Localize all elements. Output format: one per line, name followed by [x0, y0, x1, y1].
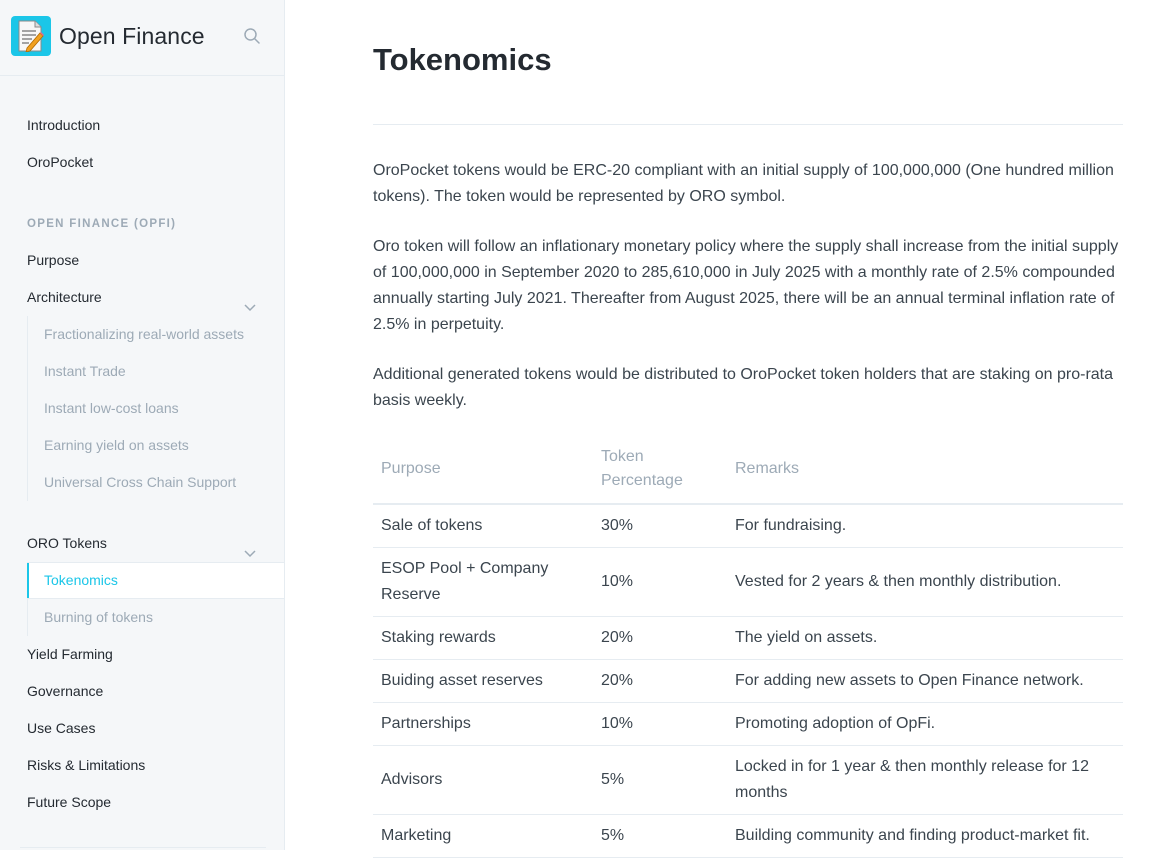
table-cell: Locked in for 1 year & then monthly rele…: [727, 745, 1123, 815]
sidebar-item-risks[interactable]: Risks & Limitations: [0, 747, 284, 784]
table-row: Sale of tokens 30% For fundraising.: [373, 504, 1123, 548]
brand-header: Open Finance: [0, 0, 284, 76]
table-row: Staking rewards 20% The yield on assets.: [373, 616, 1123, 660]
table-cell: Promoting adoption of OpFi.: [727, 702, 1123, 746]
memo-pencil-icon[interactable]: [11, 16, 51, 56]
divider: [373, 124, 1123, 125]
main-content: Tokenomics OroPocket tokens would be ERC…: [285, 0, 1161, 858]
table-header-purpose: Purpose: [373, 443, 593, 505]
sidebar-item-label: Universal Cross Chain Support: [44, 474, 237, 490]
tokenomics-table: Purpose Token Percentage Remarks Sale of…: [373, 443, 1123, 858]
sidebar-item-label: Purpose: [27, 252, 80, 268]
table-cell: Sale of tokens: [373, 504, 593, 548]
table-row: Partnerships 10% Promoting adoption of O…: [373, 702, 1123, 746]
table-cell: 5%: [593, 814, 727, 858]
sidebar-item-label: Tokenomics: [44, 572, 118, 588]
sidebar-item-burning-tokens[interactable]: Burning of tokens: [28, 599, 284, 636]
sidebar-item-label: Risks & Limitations: [27, 757, 146, 773]
table-row: Buiding asset reserves 20% For adding ne…: [373, 659, 1123, 703]
table-cell: For adding new assets to Open Finance ne…: [727, 659, 1123, 703]
sidebar-item-yield-farming[interactable]: Yield Farming: [0, 636, 284, 673]
table-cell: 20%: [593, 616, 727, 660]
table-cell: Advisors: [373, 745, 593, 815]
table-cell: 5%: [593, 745, 727, 815]
sidebar-item-introduction[interactable]: Introduction: [0, 107, 284, 144]
sidebar-item-label: Yield Farming: [27, 646, 113, 662]
table-cell: Vested for 2 years & then monthly distri…: [727, 547, 1123, 617]
sidebar-item-governance[interactable]: Governance: [0, 673, 284, 710]
table-cell: 30%: [593, 504, 727, 548]
table-cell: Partnerships: [373, 702, 593, 746]
table-cell: Building community and finding product-m…: [727, 814, 1123, 858]
sidebar-item-instant-trade[interactable]: Instant Trade: [28, 353, 284, 390]
paragraph: Oro token will follow an inflationary mo…: [373, 238, 1119, 333]
sidebar-item-future-scope[interactable]: Future Scope: [0, 784, 284, 821]
sidebar-item-label: Burning of tokens: [44, 609, 153, 625]
table-cell: Staking rewards: [373, 616, 593, 660]
table-cell: Buiding asset reserves: [373, 659, 593, 703]
brand-title[interactable]: Open Finance: [59, 21, 205, 51]
architecture-subnav: Fractionalizing real-world assets Instan…: [27, 316, 284, 501]
search-icon[interactable]: [242, 26, 262, 46]
table-cell: 10%: [593, 702, 727, 746]
paragraph: OroPocket tokens would be ERC-20 complia…: [373, 162, 1114, 205]
sidebar-item-architecture[interactable]: Architecture: [0, 279, 284, 316]
table-cell: 20%: [593, 659, 727, 703]
sidebar-item-label: Earning yield on assets: [44, 437, 189, 453]
table-row: Marketing 5% Building community and find…: [373, 814, 1123, 858]
sidebar-item-label: Future Scope: [27, 794, 112, 810]
section-title-open-finance: OPEN FINANCE (OPFI): [27, 218, 177, 230]
sidebar-item-oro-tokens[interactable]: ORO Tokens: [0, 525, 284, 562]
table-row: ESOP Pool + Company Reserve 10% Vested f…: [373, 547, 1123, 617]
sidebar-item-label: Architecture: [27, 289, 102, 305]
table-row: Advisors 5% Locked in for 1 year & then …: [373, 745, 1123, 815]
paragraph: Additional generated tokens would be dis…: [373, 366, 1114, 409]
sidebar-item-instant-loans[interactable]: Instant low-cost loans: [28, 390, 284, 427]
sidebar-item-earning-yield[interactable]: Earning yield on assets: [28, 427, 284, 464]
table-cell: The yield on assets.: [727, 616, 1123, 660]
sidebar-item-oropocket[interactable]: OroPocket: [0, 144, 284, 181]
sidebar-item-label: Instant Trade: [44, 363, 126, 379]
table-cell: 10%: [593, 547, 727, 617]
sidebar-item-label: Introduction: [27, 117, 101, 133]
sidebar-item-label: Instant low-cost loans: [44, 400, 179, 416]
page-title: Tokenomics: [373, 42, 552, 77]
sidebar-item-label: Governance: [27, 683, 104, 699]
table-cell: For fundraising.: [727, 504, 1123, 548]
oro-tokens-subnav: Tokenomics Burning of tokens: [27, 562, 284, 636]
sidebar-item-tokenomics[interactable]: Tokenomics: [27, 562, 284, 599]
sidebar-item-fractionalizing[interactable]: Fractionalizing real-world assets: [28, 316, 284, 353]
sidebar-item-purpose[interactable]: Purpose: [0, 242, 284, 279]
chevron-down-icon[interactable]: [243, 291, 257, 312]
divider: [20, 847, 266, 848]
sidebar: Open Finance Introduction OroPocket OPEN…: [0, 0, 285, 850]
table-header-row: Purpose Token Percentage Remarks: [373, 443, 1123, 505]
sidebar-item-label: OroPocket: [27, 154, 94, 170]
sidebar-item-label: ORO Tokens: [27, 535, 107, 551]
table-cell: Marketing: [373, 814, 593, 858]
table-header-remarks: Remarks: [727, 443, 1123, 505]
table-cell: ESOP Pool + Company Reserve: [373, 547, 593, 617]
sidebar-item-cross-chain[interactable]: Universal Cross Chain Support: [28, 464, 284, 501]
sidebar-item-label: Fractionalizing real-world assets: [44, 326, 244, 342]
chevron-down-icon[interactable]: [243, 537, 257, 558]
table-header-token-percentage: Token Percentage: [593, 443, 727, 505]
sidebar-item-use-cases[interactable]: Use Cases: [0, 710, 284, 747]
sidebar-item-label: Use Cases: [27, 720, 96, 736]
